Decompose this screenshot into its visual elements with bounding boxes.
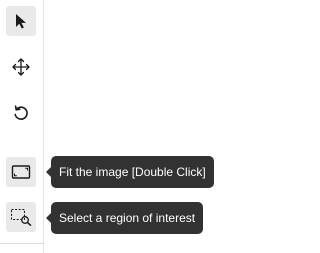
move-arrows-icon bbox=[11, 57, 31, 77]
toolbar-divider bbox=[0, 243, 44, 244]
reset-view-button[interactable] bbox=[6, 98, 36, 128]
fit-image-button[interactable] bbox=[6, 157, 36, 187]
rotate-ccw-icon bbox=[12, 104, 30, 122]
pan-tool-button[interactable] bbox=[6, 52, 36, 82]
tool-sidebar bbox=[0, 0, 44, 253]
fit-frame-icon bbox=[11, 164, 31, 180]
select-tool-button[interactable] bbox=[6, 6, 36, 36]
region-zoom-icon bbox=[10, 208, 32, 226]
region-of-interest-button[interactable] bbox=[6, 202, 36, 232]
fit-image-tooltip: Fit the image [Double Click] bbox=[46, 156, 214, 188]
pointer-arrow-icon bbox=[14, 13, 28, 29]
region-of-interest-tooltip: Select a region of interest bbox=[45, 202, 204, 234]
